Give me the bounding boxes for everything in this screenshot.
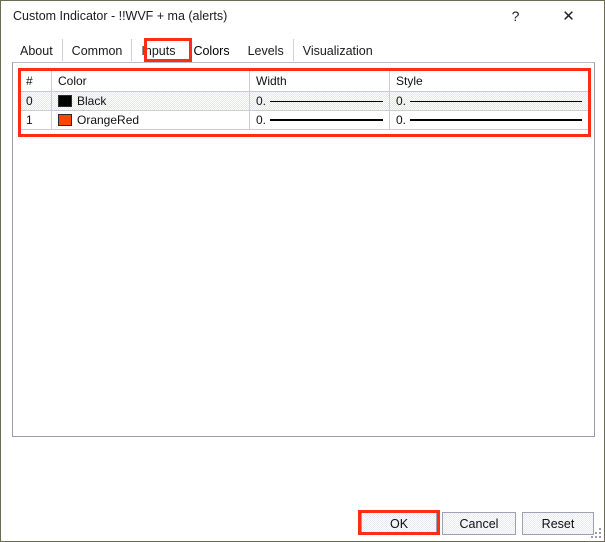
tab-levels[interactable]: Levels	[239, 39, 293, 61]
color-swatch-icon	[58, 114, 72, 126]
table-body: 0 Black 0. 0. 1 OrangeRed 0. 0.	[20, 92, 588, 130]
table-row[interactable]: 1 OrangeRed 0. 0.	[20, 111, 588, 130]
tab-visualization[interactable]: Visualization	[292, 39, 382, 61]
color-name: OrangeRed	[77, 113, 140, 127]
custom-indicator-dialog: Custom Indicator - !!WVF + ma (alerts) ?…	[0, 0, 605, 542]
tab-common[interactable]: Common	[61, 39, 132, 61]
line-width-preview-icon	[270, 100, 383, 102]
tab-label: Visualization	[302, 43, 373, 58]
cell-index: 1	[26, 113, 33, 127]
close-icon: ✕	[562, 7, 575, 25]
tab-label: About	[20, 43, 53, 58]
resize-grip[interactable]	[590, 527, 602, 539]
cell-width[interactable]: 0.	[249, 92, 389, 110]
line-width-preview-icon	[270, 119, 383, 121]
style-value: 0.	[396, 94, 407, 108]
table-row[interactable]: 0 Black 0. 0.	[20, 92, 588, 111]
width-value: 0.	[256, 94, 267, 108]
line-style-preview-icon	[410, 119, 582, 121]
color-name: Black	[77, 94, 107, 108]
style-value: 0.	[396, 113, 407, 127]
tab-label: Levels	[247, 43, 284, 58]
color-swatch-icon	[58, 95, 72, 107]
ok-button-label: OK	[389, 516, 409, 531]
close-button[interactable]: ✕	[546, 1, 591, 31]
cell-style[interactable]: 0.	[389, 92, 588, 110]
line-style-preview-icon	[410, 100, 582, 102]
header-width: Width	[249, 71, 389, 91]
tab-colors[interactable]: Colors	[184, 39, 239, 61]
title-bar: Custom Indicator - !!WVF + ma (alerts) ?…	[1, 1, 604, 32]
cell-color[interactable]: OrangeRed	[51, 111, 249, 129]
tab-strip: About Common Inputs Colors Levels Visual…	[11, 39, 382, 61]
ok-button[interactable]: OK	[361, 512, 437, 535]
tab-about[interactable]: About	[11, 39, 62, 61]
cell-width[interactable]: 0.	[249, 111, 389, 129]
cell-index: 0	[26, 94, 33, 108]
header-style: Style	[389, 71, 588, 91]
colors-table: # Color Width Style 0 Black 0. 0. 1 Oran…	[20, 71, 588, 130]
reset-button-label: Reset	[541, 516, 575, 531]
help-button[interactable]: ?	[493, 1, 538, 31]
header-index: #	[26, 74, 33, 88]
reset-button[interactable]: Reset	[522, 512, 594, 535]
tab-inputs[interactable]: Inputs	[131, 39, 184, 61]
tab-label: Common	[71, 43, 123, 58]
window-title: Custom Indicator - !!WVF + ma (alerts)	[13, 9, 228, 23]
header-color: Color	[51, 71, 249, 91]
cancel-button[interactable]: Cancel	[442, 512, 516, 535]
tab-label: Inputs	[141, 43, 176, 58]
cell-color[interactable]: Black	[51, 92, 249, 110]
question-mark-icon: ?	[511, 8, 520, 24]
table-header-row: # Color Width Style	[20, 71, 588, 92]
cell-style[interactable]: 0.	[389, 111, 588, 129]
width-value: 0.	[256, 113, 267, 127]
cancel-button-label: Cancel	[459, 516, 499, 531]
tab-label: Colors	[193, 43, 230, 58]
colors-panel: # Color Width Style 0 Black 0. 0. 1 Oran…	[12, 62, 595, 437]
